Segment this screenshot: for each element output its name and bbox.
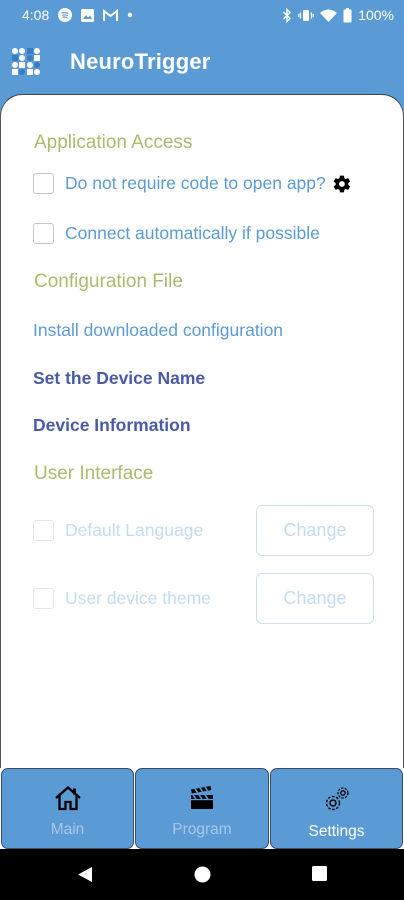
- settings-panel: Application Access Do not require code t…: [0, 94, 404, 768]
- gmail-icon: [103, 9, 119, 21]
- tab-main-label: Main: [50, 821, 85, 838]
- gear-icon[interactable]: [332, 174, 352, 194]
- section-title-configuration-file: Configuration File: [34, 271, 183, 292]
- no-code-option[interactable]: Do not require code to open app?: [33, 173, 352, 194]
- tab-settings[interactable]: Settings: [270, 768, 403, 849]
- app-bar: NeuroTrigger: [0, 30, 404, 94]
- device-theme-option[interactable]: User device theme: [33, 588, 211, 609]
- default-language-label[interactable]: Default Language: [65, 520, 203, 541]
- neurotrigger-logo-icon: [11, 47, 41, 77]
- battery-percent: 100%: [358, 7, 394, 23]
- device-theme-label[interactable]: User device theme: [65, 588, 211, 609]
- no-code-checkbox[interactable]: [33, 173, 54, 194]
- wifi-icon: [320, 9, 338, 22]
- change-theme-button[interactable]: Change: [256, 573, 374, 624]
- section-title-user-interface: User Interface: [34, 463, 154, 484]
- image-icon: [81, 8, 95, 22]
- vibrate-icon: [298, 9, 314, 22]
- tab-program-label: Program: [172, 821, 232, 838]
- install-configuration-link[interactable]: Install downloaded configuration: [33, 320, 283, 341]
- home-circle-icon[interactable]: [194, 866, 211, 888]
- auto-connect-label[interactable]: Connect automatically if possible: [65, 223, 320, 244]
- auto-connect-checkbox[interactable]: [33, 223, 54, 244]
- bluetooth-icon: [282, 7, 292, 23]
- auto-connect-option[interactable]: Connect automatically if possible: [33, 223, 320, 244]
- clapperboard-icon: [189, 785, 215, 816]
- gears-icon: [323, 785, 351, 818]
- tab-main[interactable]: Main: [1, 768, 134, 849]
- device-theme-checkbox[interactable]: [33, 588, 54, 609]
- bottom-tab-bar: Main Program Settings: [0, 768, 404, 849]
- tab-program[interactable]: Program: [135, 768, 269, 849]
- home-icon: [53, 785, 83, 816]
- tab-settings-label: Settings: [308, 823, 365, 840]
- status-bar: 4:08 100%: [0, 0, 404, 30]
- battery-icon: [343, 7, 352, 23]
- back-icon[interactable]: [77, 866, 93, 888]
- change-language-button[interactable]: Change: [256, 505, 374, 556]
- recents-icon[interactable]: [312, 866, 327, 886]
- system-nav-bar: [0, 849, 404, 900]
- section-title-application-access: Application Access: [34, 132, 193, 153]
- device-information-link[interactable]: Device Information: [33, 415, 191, 436]
- status-time: 4:08: [22, 7, 50, 23]
- no-code-label[interactable]: Do not require code to open app?: [65, 173, 326, 194]
- set-device-name-link[interactable]: Set the Device Name: [33, 368, 205, 389]
- spotify-icon: [58, 8, 73, 22]
- default-language-checkbox[interactable]: [33, 520, 54, 541]
- default-language-option[interactable]: Default Language: [33, 520, 203, 541]
- dot-icon: [127, 12, 133, 18]
- app-title: NeuroTrigger: [70, 49, 211, 74]
